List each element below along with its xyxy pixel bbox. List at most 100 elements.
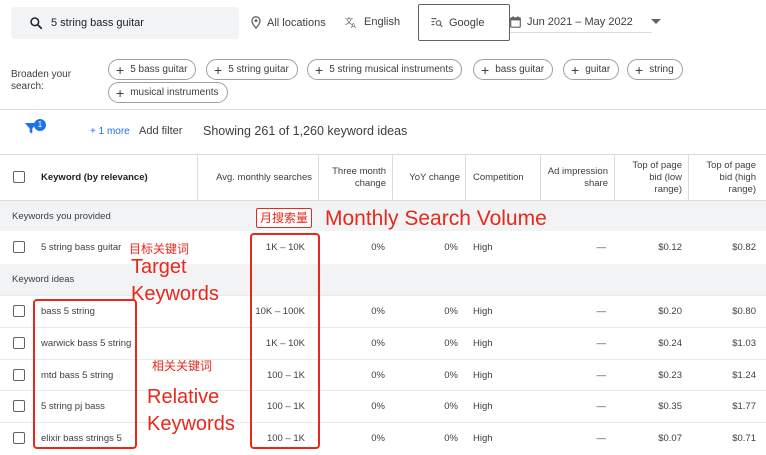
top-bar: 5 string bass guitar All locations 文A En… [0, 0, 766, 50]
chip-label: 5 bass guitar [130, 64, 188, 75]
bid-high-cell: $1.03 [732, 338, 756, 349]
location-pin-icon [251, 16, 261, 29]
plus-icon: + [116, 84, 125, 101]
bid-low-cell: $0.35 [658, 401, 682, 412]
row-checkbox[interactable] [13, 337, 25, 349]
chip-label: bass guitar [495, 64, 545, 75]
add-filter-button[interactable]: Add filter [139, 125, 182, 137]
row-checkbox[interactable] [13, 369, 25, 381]
broaden-chip-guitar[interactable]: + guitar [563, 59, 620, 80]
location-selector[interactable]: All locations [251, 16, 326, 29]
competition-cell: High [473, 242, 493, 253]
results-count: Showing 261 of 1,260 keyword ideas [203, 124, 408, 138]
target-keywords-cn-label: 目标关键词 [129, 242, 190, 256]
date-range-label: Jun 2021 – May 2022 [527, 16, 633, 28]
competition-cell: High [473, 401, 493, 412]
bid-low-cell: $0.23 [658, 370, 682, 381]
competition-cell: High [473, 306, 493, 317]
filter-count-badge: 1 [34, 119, 46, 131]
broaden-chip-bass-guitar[interactable]: + bass guitar [473, 59, 554, 80]
search-icon [30, 17, 43, 30]
broaden-chip-musical-instruments[interactable]: + musical instruments [108, 82, 228, 103]
row-checkbox[interactable] [13, 400, 25, 412]
bid-high-cell: $1.77 [732, 401, 756, 412]
section-label: Keywords you provided [12, 211, 111, 222]
bid-low-cell: $0.20 [658, 306, 682, 317]
plus-icon: + [214, 61, 223, 78]
header-bid-low[interactable]: Top of page bid (low range) [620, 160, 682, 196]
ad-share-cell: — [596, 306, 607, 317]
translate-icon: 文A [345, 16, 356, 28]
plus-icon: + [571, 61, 580, 78]
bid-high-cell: $0.82 [732, 242, 756, 253]
relative-keywords-en-line2: Keywords [147, 413, 235, 435]
yoy-cell: 0% [444, 433, 458, 444]
search-network-icon [431, 18, 443, 28]
chip-label: string [649, 64, 674, 75]
network-label: Google [449, 16, 485, 29]
broaden-chip-string[interactable]: + string [627, 59, 683, 80]
ad-share-cell: — [596, 338, 607, 349]
relative-keywords-en-line1: Relative [147, 386, 220, 408]
divider [0, 109, 766, 110]
yoy-cell: 0% [444, 370, 458, 381]
yoy-cell: 0% [444, 242, 458, 253]
row-checkbox[interactable] [13, 305, 25, 317]
chip-label: musical instruments [130, 87, 219, 98]
relative-keywords-highlight-box [33, 299, 137, 449]
header-avg-monthly-searches[interactable]: Avg. monthly searches [200, 172, 312, 184]
network-selector[interactable]: Google [418, 4, 510, 41]
yoy-cell: 0% [444, 338, 458, 349]
yoy-cell: 0% [444, 306, 458, 317]
broaden-chip-5-string-guitar[interactable]: +5 string guitar [206, 59, 298, 80]
more-filters-link[interactable]: + 1 more [90, 126, 130, 137]
keyword-search-box[interactable]: 5 string bass guitar [11, 7, 239, 39]
three-month-cell: 0% [371, 242, 385, 253]
three-month-cell: 0% [371, 306, 385, 317]
header-ad-impression-share[interactable]: Ad impression share [544, 166, 608, 190]
header-bid-high[interactable]: Top of page bid (high range) [694, 160, 756, 196]
three-month-cell: 0% [371, 338, 385, 349]
search-input[interactable]: 5 string bass guitar [51, 17, 144, 29]
target-keywords-en-line2: Keywords [131, 283, 219, 305]
date-range-selector[interactable]: Jun 2021 – May 2022 [510, 16, 667, 28]
column-separator [318, 155, 319, 200]
monthly-volume-highlight-box [250, 233, 320, 449]
chip-label: guitar [585, 64, 611, 75]
column-separator [465, 155, 466, 200]
date-underline [510, 32, 652, 33]
monthly-volume-cn-label: 月搜索量 [256, 208, 313, 228]
row-divider [0, 295, 766, 296]
section-keyword-ideas: Keyword ideas [0, 264, 766, 295]
ad-share-cell: — [596, 433, 607, 444]
broaden-chip-5-string-musical-instruments[interactable]: +5 string musical instruments [307, 59, 463, 80]
row-checkbox[interactable] [13, 241, 25, 253]
bid-low-cell: $0.07 [658, 433, 682, 444]
header-yoy-change[interactable]: YoY change [396, 172, 460, 184]
language-label: English [364, 16, 401, 28]
header-three-month-change[interactable]: Three month change [324, 166, 386, 190]
chip-label: 5 string guitar [228, 64, 289, 75]
language-selector[interactable]: 文A English [345, 16, 400, 28]
column-separator [197, 155, 198, 200]
bid-high-cell: $1.24 [732, 370, 756, 381]
row-checkbox[interactable] [13, 432, 25, 444]
monthly-volume-en-label: Monthly Search Volume [325, 207, 547, 230]
three-month-cell: 0% [371, 433, 385, 444]
broaden-chip-5-bass-guitar[interactable]: +5 bass guitar [108, 59, 197, 80]
header-competition[interactable]: Competition [473, 172, 524, 184]
ad-share-cell: — [596, 242, 607, 253]
header-keyword[interactable]: Keyword (by relevance) [41, 172, 148, 184]
calendar-icon [510, 16, 521, 28]
ad-share-cell: — [596, 370, 607, 381]
section-label: Keyword ideas [12, 274, 75, 285]
relative-keywords-cn-label: 相关关键词 [152, 359, 213, 373]
column-separator [688, 155, 689, 200]
column-separator [614, 155, 615, 200]
svg-text:A: A [351, 22, 356, 28]
column-separator [540, 155, 541, 200]
keyword-cell: 5 string bass guitar [41, 242, 122, 253]
competition-cell: High [473, 370, 493, 381]
select-all-checkbox[interactable] [13, 171, 25, 183]
broaden-label: Broaden your search: [11, 69, 72, 92]
